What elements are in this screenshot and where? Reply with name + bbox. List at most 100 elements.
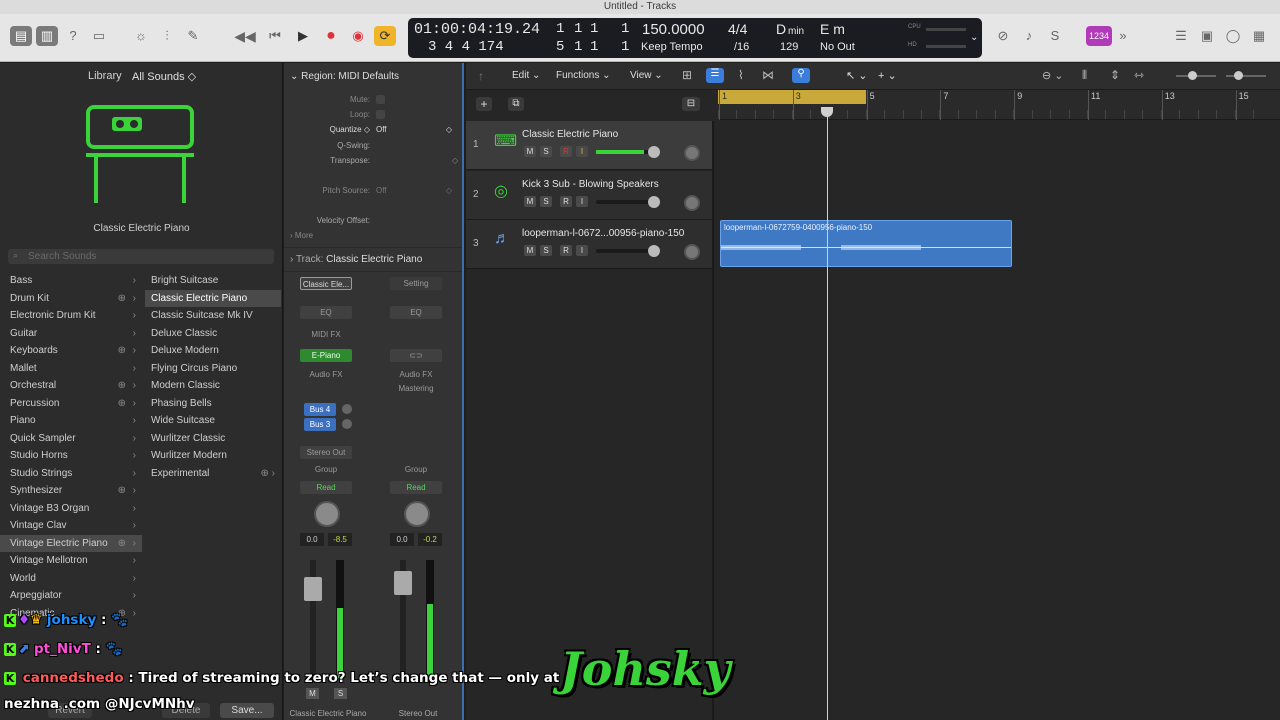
- strip1-setting[interactable]: Classic Ele...: [300, 277, 352, 290]
- strip1-mute[interactable]: M: [306, 688, 319, 699]
- strip1-send-bus4[interactable]: Bus 4: [304, 403, 336, 416]
- category-item[interactable]: Vintage Clav ›: [0, 517, 142, 534]
- library-filter[interactable]: All Sounds ◇: [132, 70, 196, 83]
- link-icon[interactable]: ⊂⊃: [390, 349, 442, 362]
- track-input-monitor-button[interactable]: I: [576, 245, 588, 256]
- track-pan-knob[interactable]: [684, 194, 700, 211]
- sound-item[interactable]: Modern Classic: [145, 377, 281, 394]
- strip2-eq[interactable]: EQ: [390, 306, 442, 319]
- strip1-fader[interactable]: [304, 577, 322, 601]
- pitch-source-select[interactable]: Off ◇: [376, 186, 456, 195]
- time-signature[interactable]: 4/4: [728, 21, 747, 37]
- toolbar-icon[interactable]: ▭: [88, 26, 110, 46]
- track-input-monitor-button[interactable]: I: [576, 195, 588, 207]
- track-header[interactable]: 3 ♬ looperman-l-0672...00956-piano-150 M S R I: [466, 220, 712, 269]
- track-name[interactable]: Kick 3 Sub - Blowing Speakers: [522, 179, 659, 190]
- track-volume-slider[interactable]: [596, 195, 660, 208]
- sound-item[interactable]: Wurlitzer Modern: [145, 447, 281, 464]
- track-solo-button[interactable]: S: [540, 195, 552, 207]
- lcd-display[interactable]: 01:00:04:19.24 3 4 4 174 1 1 1 1 5 1 1 1…: [408, 18, 982, 58]
- track-record-button[interactable]: R: [560, 195, 572, 207]
- send-knob[interactable]: [342, 419, 352, 429]
- up-arrow-icon[interactable]: ↑: [478, 69, 484, 83]
- replace-icon[interactable]: ⊘: [992, 26, 1014, 46]
- cycle-button[interactable]: ⟳: [374, 26, 396, 46]
- category-item[interactable]: Synthesizer ⊕ ›: [0, 482, 142, 499]
- download-icon[interactable]: ⊕: [118, 395, 126, 412]
- tempo-display[interactable]: 150.0000: [642, 21, 705, 38]
- track-name[interactable]: looperman-l-0672...00956-piano-150: [522, 228, 684, 239]
- playhead[interactable]: [827, 109, 828, 720]
- category-item[interactable]: Bass ›: [0, 272, 142, 289]
- count-in-button[interactable]: 1234: [1086, 26, 1112, 46]
- sound-item[interactable]: Classic Suitcase Mk IV: [145, 307, 281, 324]
- catch-icon[interactable]: ⚲: [792, 68, 810, 83]
- sound-item[interactable]: Wide Suitcase: [145, 412, 281, 429]
- rewind-button[interactable]: ◀◀: [234, 26, 256, 46]
- smart-controls-icon[interactable]: ☼: [130, 26, 152, 46]
- more-disclosure[interactable]: › More: [290, 231, 313, 240]
- track-mute-button[interactable]: M: [524, 245, 536, 256]
- category-item[interactable]: Piano ›: [0, 412, 142, 429]
- waveform-zoom-icon[interactable]: ⫴: [1082, 68, 1087, 83]
- pointer-tool-icon[interactable]: ↖ ⌄: [846, 69, 868, 82]
- vertical-zoom-slider[interactable]: [1176, 71, 1216, 80]
- sound-item[interactable]: Wurlitzer Classic: [145, 430, 281, 447]
- chord-display[interactable]: E m: [820, 21, 845, 37]
- strip1-send-bus3[interactable]: Bus 3: [304, 418, 336, 431]
- notes-icon[interactable]: ▣: [1196, 26, 1218, 46]
- download-icon[interactable]: ⊕: [118, 535, 126, 552]
- arrange-grid[interactable]: looperman-l-0672759-0400956-piano-150: [718, 121, 1280, 720]
- track-pan-knob[interactable]: [684, 145, 700, 161]
- sound-item[interactable]: Flying Circus Piano: [145, 360, 281, 377]
- sound-item[interactable]: Deluxe Classic: [145, 325, 281, 342]
- stepper-icon[interactable]: ◇: [452, 156, 458, 165]
- track-record-button[interactable]: R: [560, 245, 572, 256]
- category-item[interactable]: World ›: [0, 570, 142, 587]
- strip2-audiofx[interactable]: Audio FX: [390, 368, 442, 381]
- vertical-zoom-icon[interactable]: ⇕: [1110, 68, 1120, 82]
- mute-checkbox[interactable]: [376, 95, 385, 104]
- strip2-mastering[interactable]: Mastering: [390, 382, 442, 395]
- category-item[interactable]: Studio Strings ›: [0, 465, 142, 482]
- go-to-start-button[interactable]: ⏮: [264, 26, 286, 46]
- chevron-down-icon[interactable]: ⌄: [970, 32, 978, 43]
- flex-icon[interactable]: ⋈: [762, 68, 774, 82]
- category-item[interactable]: Guitar ›: [0, 325, 142, 342]
- horizontal-fit-icon[interactable]: ⇿: [1134, 68, 1144, 82]
- loop-checkbox[interactable]: [376, 110, 385, 119]
- category-item[interactable]: Studio Horns ›: [0, 447, 142, 464]
- track-volume-slider[interactable]: [596, 245, 660, 257]
- track-name[interactable]: Classic Electric Piano: [522, 129, 618, 140]
- category-item[interactable]: Quick Sampler ›: [0, 430, 142, 447]
- strip1-audiofx[interactable]: Audio FX: [300, 368, 352, 381]
- strip2-group[interactable]: Group: [390, 463, 442, 476]
- list-view-icon[interactable]: ☰: [706, 68, 724, 83]
- strip2-setting[interactable]: Setting: [390, 277, 442, 290]
- record-button[interactable]: ●: [320, 26, 342, 46]
- sound-item[interactable]: Deluxe Modern: [145, 342, 281, 359]
- category-item[interactable]: Vintage Electric Piano ⊕ ›: [0, 534, 142, 552]
- search-input[interactable]: ⌕ Search Sounds: [8, 249, 274, 264]
- loops-icon[interactable]: ◯: [1222, 26, 1244, 46]
- audio-region[interactable]: looperman-l-0672759-0400956-piano-150: [720, 220, 1012, 267]
- download-icon[interactable]: ⊕ ›: [261, 465, 276, 482]
- play-button[interactable]: ▶: [292, 26, 314, 46]
- strip1-automation[interactable]: Read: [300, 481, 352, 494]
- category-item[interactable]: Mallet ›: [0, 360, 142, 377]
- inspector-button[interactable]: ▥: [36, 26, 58, 46]
- list-editors-icon[interactable]: ☰: [1170, 26, 1192, 46]
- track-volume-slider[interactable]: [596, 146, 660, 158]
- track-header[interactable]: › Track: Classic Electric Piano: [290, 254, 422, 265]
- add-track-button[interactable]: +: [476, 97, 492, 111]
- pencil-tool-icon[interactable]: + ⌄: [878, 69, 897, 82]
- strip1-midifx[interactable]: MIDI FX: [300, 328, 352, 341]
- automation-icon[interactable]: ⌇: [738, 68, 744, 82]
- browser-icon[interactable]: ▦: [1248, 26, 1270, 46]
- strip1-pan-knob[interactable]: [314, 501, 340, 527]
- track-solo-button[interactable]: S: [540, 245, 552, 256]
- category-item[interactable]: Vintage B3 Organ ›: [0, 500, 142, 517]
- track-mute-button[interactable]: M: [524, 146, 536, 157]
- editors-icon[interactable]: ✎: [182, 26, 204, 46]
- category-item[interactable]: Drum Kit ⊕ ›: [0, 290, 142, 307]
